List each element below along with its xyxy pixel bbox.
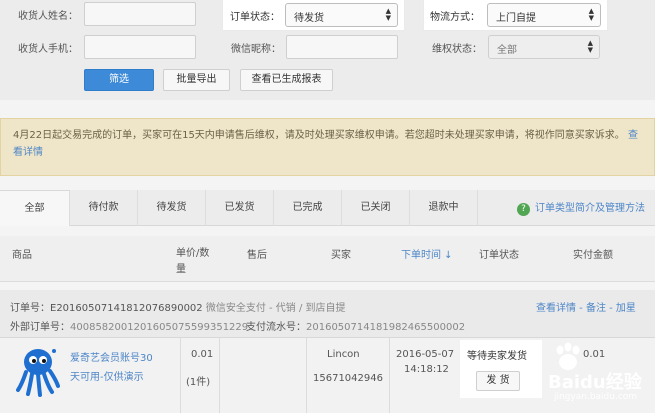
buyer-phone: 15671042946 <box>313 373 383 384</box>
quantity: (1件) <box>186 377 211 388</box>
col-unit-price-qty: 单价/数量 <box>176 248 210 275</box>
select-arrows-icon: ▲ ▼ <box>588 7 594 22</box>
order-status-text: 等待卖家发货 <box>467 351 527 362</box>
col-actual-amount: 实付金额 <box>573 250 613 261</box>
question-icon: ? <box>517 203 530 216</box>
filter-panel: 收货人姓名： 收货人手机： 订单状态： 待发货 ▲ ▼ 微信昵称： 物流方式： 上… <box>0 0 655 100</box>
order-number-label: 订单号： <box>10 303 50 314</box>
buyer-name: Lincon <box>327 349 360 360</box>
order-time: 14:18:12 <box>404 364 449 375</box>
notice-banner: 4月22日起交易完成的订单，买家可在15天内申请售后维权，请及时处理买家维权申请… <box>0 118 655 176</box>
filter-button[interactable]: 筛选 <box>84 69 154 91</box>
product-title-line1[interactable]: 爱奇艺会员账号30 <box>70 349 153 364</box>
tab-refunding[interactable]: 退款中 <box>410 190 478 226</box>
tab-shipped[interactable]: 已发货 <box>206 190 274 226</box>
pay-serial-label: 支付流水号： <box>246 322 306 333</box>
order-status-select[interactable]: 待发货 ▲ ▼ <box>285 3 398 27</box>
payment-info: 微信安全支付 - 代销 / 到店自提 <box>205 303 346 314</box>
column-divider <box>219 338 220 413</box>
select-arrows-icon: ▲ ▼ <box>385 7 391 22</box>
tab-completed[interactable]: 已完成 <box>274 190 342 226</box>
receiver-name-label: 收货人姓名： <box>18 11 78 22</box>
receiver-phone-label: 收货人手机： <box>18 44 78 55</box>
column-divider <box>389 338 390 413</box>
col-product: 商品 <box>12 250 32 261</box>
payment-serial: 支付流水号：2016050714181982465500002 <box>246 318 465 333</box>
col-after-sale: 售后 <box>247 250 267 261</box>
watermark-url: jingyan.baidu.com <box>554 392 638 402</box>
logistics-select[interactable]: 上门自提 ▲ ▼ <box>487 3 601 27</box>
rights-status-select[interactable]: 全部 ▲ ▼ <box>488 35 600 59</box>
order-number: 订单号：E20160507141812076890002 微信安全支付 - 代销… <box>10 299 346 314</box>
wechat-nick-input[interactable] <box>286 35 398 59</box>
order-meta: 订单号：E20160507141812076890002 微信安全支付 - 代销… <box>0 290 655 338</box>
wechat-nick-label: 微信昵称： <box>231 44 281 55</box>
help-link-text: 订单类型简介及管理方法 <box>535 203 645 214</box>
ship-button[interactable]: 发 货 <box>476 371 520 391</box>
logistics-label: 物流方式： <box>430 12 480 23</box>
tab-pending-payment[interactable]: 待付款 <box>70 190 138 226</box>
order-status-label: 订单状态： <box>230 12 280 23</box>
tab-closed[interactable]: 已关闭 <box>342 190 410 226</box>
order-tabs: 全部 待付款 待发货 已发货 已完成 已关闭 退款中 ? 订单类型简介及管理方法 <box>0 190 655 226</box>
rights-status-value: 全部 <box>497 45 517 56</box>
logistics-value: 上门自提 <box>496 13 536 24</box>
pay-serial-value: 2016050714181982465500002 <box>306 322 466 333</box>
unit-price: 0.01 <box>191 349 214 360</box>
order-date: 2016-05-07 <box>396 349 455 360</box>
table-header: 商品 单价/数量 售后 买家 下单时间 ↓ 订单状态 实付金额 <box>0 236 655 282</box>
octopus-mascot-icon <box>16 349 60 397</box>
batch-export-button[interactable]: 批量导出 <box>163 69 230 91</box>
tab-pending-shipment[interactable]: 待发货 <box>138 190 206 226</box>
column-divider <box>306 338 307 413</box>
notice-text: 4月22日起交易完成的订单，买家可在15天内申请售后维权，请及时处理买家维权申请… <box>13 130 625 141</box>
receiver-name-input[interactable] <box>84 2 196 26</box>
ext-no-label: 外部订单号： <box>10 322 70 333</box>
select-arrows-icon: ▲ ▼ <box>587 39 593 54</box>
help-link[interactable]: ? 订单类型简介及管理方法 <box>517 199 645 216</box>
product-title-line2[interactable]: 天可用-仅供演示 <box>70 368 144 383</box>
baidu-watermark: Baidu经验 jingyan.baidu.com <box>548 342 648 404</box>
product-thumbnail[interactable] <box>16 346 60 398</box>
tab-all[interactable]: 全部 <box>0 190 70 226</box>
col-order-time-sort[interactable]: 下单时间 ↓ <box>401 246 453 261</box>
order-status-value: 待发货 <box>294 13 324 24</box>
ext-no-value: 4008582001201605075599351229 <box>70 322 249 333</box>
view-reports-button[interactable]: 查看已生成报表 <box>240 69 333 91</box>
col-buyer: 买家 <box>331 250 351 261</box>
column-divider <box>180 338 181 413</box>
receiver-phone-input[interactable] <box>84 35 196 59</box>
watermark-brand: Baidu经验 <box>548 372 642 393</box>
order-number-value: E20160507141812076890002 <box>50 303 203 314</box>
rights-status-label: 维权状态： <box>432 44 482 55</box>
order-actions[interactable]: 查看详情 - 备注 - 加星 <box>536 299 636 314</box>
col-order-status: 订单状态 <box>479 250 519 261</box>
external-order-number: 外部订单号：4008582001201605075599351229 <box>10 318 248 333</box>
